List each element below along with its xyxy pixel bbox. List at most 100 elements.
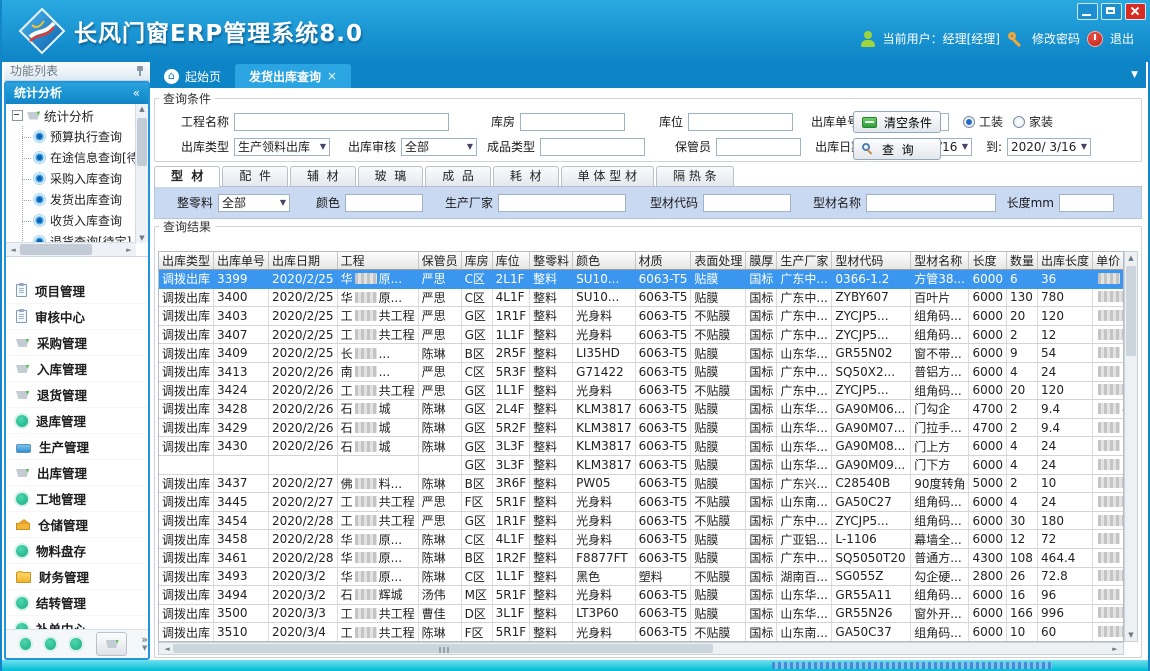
column-header[interactable]: 单价	[1093, 252, 1124, 270]
radio-work-attire[interactable]	[963, 116, 975, 128]
color-input[interactable]	[345, 194, 423, 212]
location-input[interactable]	[688, 113, 793, 131]
sidebar-menu-item[interactable]: 项目管理	[6, 278, 148, 304]
manufacturer-input[interactable]	[498, 194, 626, 212]
scroll-right-icon[interactable]: ►	[123, 246, 135, 254]
tree-item[interactable]: 在途信息查询[待	[20, 147, 148, 168]
column-header[interactable]: 生产厂家	[777, 252, 832, 270]
statistics-section-header[interactable]: 统计分析 «	[6, 83, 148, 104]
tree-root[interactable]: 统计分析	[6, 104, 148, 126]
table-row[interactable]: 调拨出库34282020/2/26石城陈琳G区2L4F整料KLM38176063…	[159, 400, 1124, 419]
material-tab[interactable]: 配 件	[222, 166, 288, 186]
table-row[interactable]: 调拨出库35102020/3/4工共工程陈琳F区5R1F整料光身料6063-T5…	[159, 623, 1124, 642]
sidebar-menu-item[interactable]: 结转管理	[6, 590, 148, 616]
column-header[interactable]: 型材代码	[832, 252, 911, 270]
table-row[interactable]: 调拨出库34292020/2/26石城陈琳G区5R2F整料KLM38176063…	[159, 418, 1124, 437]
tab-home[interactable]: ⌂ 起始页	[150, 64, 235, 88]
material-tab[interactable]: 型 材	[154, 166, 220, 187]
table-row[interactable]: 调拨出库33992020/2/25华原...严思C区2L1F整料SU10...6…	[159, 270, 1124, 289]
module-dot-icon[interactable]	[70, 638, 81, 650]
column-header[interactable]: 型材名称	[911, 252, 969, 270]
material-tab[interactable]: 玻 璃	[358, 166, 424, 186]
scroll-down-icon[interactable]: ▼	[136, 234, 148, 242]
audit-select[interactable]: 全部 ▼	[401, 138, 477, 156]
column-header[interactable]: 整零料	[530, 252, 573, 270]
column-header[interactable]: 库位	[492, 252, 530, 270]
clear-conditions-button[interactable]: 清空条件	[853, 111, 941, 133]
keeper-input[interactable]	[716, 138, 801, 156]
sidebar-menu-item[interactable]: 仓储管理	[6, 512, 148, 538]
project-name-input[interactable]	[234, 113, 449, 131]
collapse-icon[interactable]: «	[133, 83, 140, 104]
table-row[interactable]: 调拨出库34302020/2/26石城陈琳G区3L3F整料KLM38176063…	[159, 437, 1124, 456]
pin-icon[interactable]	[136, 66, 144, 76]
sidebar-menu-item[interactable]: 财务管理	[6, 564, 148, 590]
column-header[interactable]: 保管员	[418, 252, 461, 270]
table-row[interactable]: 调拨出库34452020/2/27工共工程严思F区5R1F整料光身料6063-T…	[159, 493, 1124, 512]
sidebar-menu-item[interactable]: 采购管理	[6, 330, 148, 356]
date-to-select[interactable]: 2020/ 3/16 ▼	[1007, 138, 1091, 156]
sidebar-menu-item[interactable]: 补单中心	[6, 616, 148, 630]
table-row[interactable]: 调拨出库34582020/2/28华原...陈琳C区4L1F整料光身料6063-…	[159, 530, 1124, 549]
table-row[interactable]: 调拨出库34932020/3/2华原...陈琳C区1L1F整料黑色塑料不贴膜国标…	[159, 567, 1124, 586]
scrollbar-thumb[interactable]	[20, 244, 92, 255]
material-tab[interactable]: 隔 热 条	[656, 166, 734, 186]
length-input[interactable]	[1059, 194, 1114, 212]
radio-home-attire[interactable]	[1013, 116, 1025, 128]
sidebar-menu-item[interactable]: 审核中心	[6, 304, 148, 330]
table-row[interactable]: 调拨出库34132020/2/26南...严思C区5R3F整料G71422606…	[159, 362, 1124, 381]
tab-shipping-outbound-query[interactable]: 发货出库查询 ×	[235, 64, 351, 88]
warehouse-input[interactable]	[520, 113, 625, 131]
column-header[interactable]: 出库类型	[159, 252, 214, 270]
profile-name-input[interactable]	[866, 194, 996, 212]
material-tab[interactable]: 成 品	[425, 166, 491, 186]
tree-item[interactable]: 发货出库查询	[20, 189, 148, 210]
column-header[interactable]: 颜色	[573, 252, 635, 270]
table-row[interactable]: G区3L3F整料KLM38176063-T5贴膜国标山东华...GA90M09.…	[159, 455, 1124, 474]
scroll-left-icon[interactable]: ◄	[7, 246, 19, 254]
sidebar-menu-item[interactable]: 出库管理	[6, 460, 148, 486]
grid-vertical-scrollbar[interactable]: ▲ ▼	[1124, 251, 1138, 642]
table-row[interactable]: 调拨出库34612020/2/28华原...陈琳B区1R2F整料F8877FT6…	[159, 548, 1124, 567]
table-row[interactable]: 调拨出库34032020/2/25工共工程严思G区1R1F整料光身料6063-T…	[159, 307, 1124, 326]
column-header[interactable]: 出库单号	[214, 252, 269, 270]
table-row[interactable]: 调拨出库34372020/2/27佛料...陈琳B区3R6F整料PW056063…	[159, 474, 1124, 493]
tree-horizontal-scrollbar[interactable]: ◄ ►	[6, 242, 136, 256]
table-row[interactable]: 调拨出库35002020/3/3工共工程曹佳D区3L1F整料LT3P606063…	[159, 604, 1124, 623]
table-row[interactable]: 调拨出库34942020/3/2石辉城汤伟M区5R1F整料光身料6063-T5贴…	[159, 586, 1124, 605]
table-row[interactable]: 调拨出库34072020/2/25工共工程严思G区1L1F整料光身料6063-T…	[159, 325, 1124, 344]
whole-piece-select[interactable]: 全部 ▼	[218, 194, 290, 212]
material-tab[interactable]: 单 体 型 材	[561, 166, 654, 186]
table-row[interactable]: 调拨出库34242020/2/26工共工程严思G区1L1F整料光身料6063-T…	[159, 381, 1124, 400]
module-dot-icon[interactable]	[20, 638, 31, 650]
column-header[interactable]: 表面处理	[691, 252, 746, 270]
minimize-button[interactable]	[1077, 3, 1098, 20]
more-modules-button[interactable]: » ▼	[141, 635, 148, 653]
scroll-down-icon[interactable]: ▼	[1125, 631, 1137, 639]
sidebar-menu-item[interactable]: 退库管理	[6, 408, 148, 434]
sidebar-menu-item[interactable]: 生产管理	[6, 434, 148, 460]
tree-item[interactable]: 收货入库查询	[20, 210, 148, 231]
column-header[interactable]: 长度	[969, 252, 1007, 270]
scroll-right-icon[interactable]: ►	[1109, 645, 1121, 653]
scroll-up-icon[interactable]: ▲	[1125, 254, 1137, 262]
material-tab[interactable]: 耗 材	[493, 166, 559, 186]
column-header[interactable]: 出库长度	[1038, 252, 1093, 270]
search-button[interactable]: 查 询	[853, 138, 941, 160]
sidebar-menu-item[interactable]: 工地管理	[6, 486, 148, 512]
column-header[interactable]: 工程	[337, 252, 418, 270]
scrollbar-thumb[interactable]	[1126, 266, 1136, 356]
sidebar-menu-item[interactable]: 入库管理	[6, 356, 148, 382]
cart-module-button[interactable]	[96, 632, 128, 656]
scroll-up-icon[interactable]: ▲	[136, 105, 148, 113]
column-header[interactable]: 数量	[1007, 252, 1038, 270]
table-row[interactable]: 调拨出库34542020/2/28工共工程严思G区1R1F整料光身料6063-T…	[159, 511, 1124, 530]
scrollbar-thumb[interactable]	[173, 644, 713, 653]
outbound-type-select[interactable]: 生产领料出库 ▼	[234, 138, 330, 156]
logout-link[interactable]: 退出	[1110, 30, 1134, 47]
scroll-left-icon[interactable]: ◄	[161, 645, 173, 653]
table-row[interactable]: 调拨出库34092020/2/25长...陈琳B区2R5F整料LI35HD606…	[159, 344, 1124, 363]
scrollbar-thumb[interactable]	[137, 118, 147, 166]
profile-code-input[interactable]	[703, 194, 791, 212]
column-header[interactable]: 材质	[635, 252, 691, 270]
